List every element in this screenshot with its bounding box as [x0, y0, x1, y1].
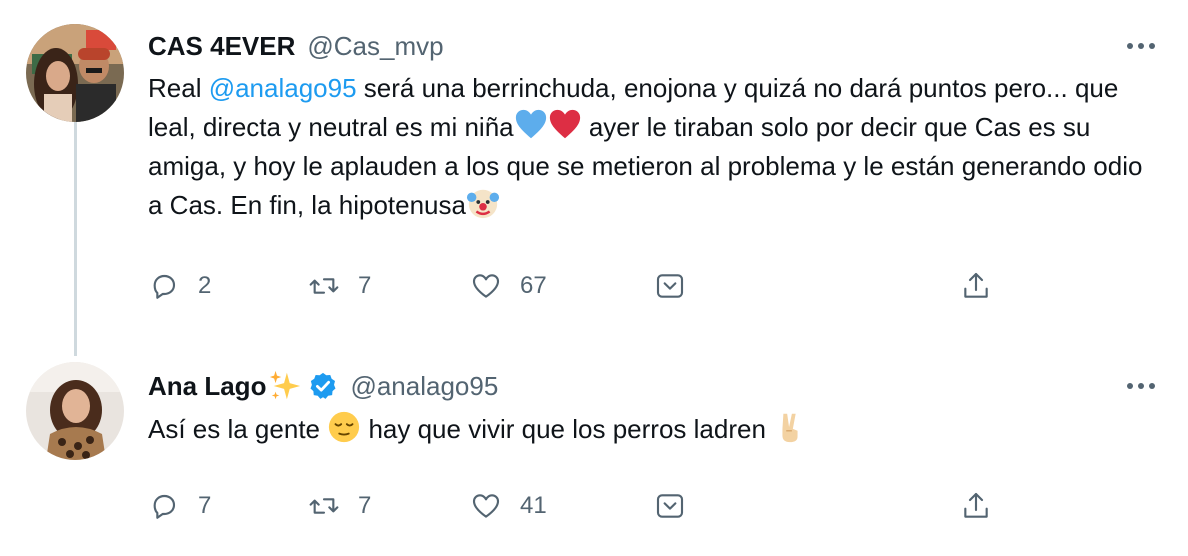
save-button[interactable] [654, 266, 686, 306]
bookmark-icon [656, 494, 684, 518]
tweet-header: Ana Lago @analago95 [148, 366, 498, 406]
relieved-face-emoji-icon [329, 411, 360, 443]
reply-button[interactable]: 7 [148, 486, 211, 526]
tweet-text: Real @analago95 será una berrinchuda, en… [148, 73, 1143, 220]
share-icon [964, 492, 988, 518]
tweet-text: Así es la gente hay que vivir que los pe… [148, 410, 1158, 449]
author-handle[interactable]: @Cas_mvp [307, 31, 443, 62]
author-handle[interactable]: @analago95 [350, 371, 498, 402]
victory-hand-emoji-icon [782, 413, 798, 443]
tweet-analago[interactable]: Ana Lago @analago95 Así es la gente hay … [0, 340, 1188, 556]
tweet-actions: 7 7 41 [148, 486, 1008, 526]
tweet-cas4ever[interactable]: CAS 4EVER @Cas_mvp Real @analago95 será … [0, 0, 1188, 340]
share-icon [964, 272, 988, 298]
red-heart-emoji-icon [549, 109, 580, 139]
retweet-icon [309, 498, 339, 514]
retweet-icon [309, 278, 339, 294]
verified-icon [310, 372, 336, 399]
author-name[interactable]: CAS 4EVER [148, 31, 295, 62]
avatar[interactable] [26, 362, 124, 460]
like-icon [472, 494, 500, 518]
reply-count: 7 [198, 492, 212, 519]
tweet-header: CAS 4EVER @Cas_mvp [148, 28, 444, 64]
clown-face-emoji-icon [466, 189, 500, 219]
author-name[interactable]: Ana Lago [148, 371, 266, 402]
like-count: 41 [520, 492, 547, 519]
mention-link[interactable]: @analago95 [209, 73, 357, 103]
reply-button[interactable]: 2 [148, 266, 211, 306]
reply-count: 2 [198, 272, 212, 299]
tweet-actions: 2 7 67 [148, 266, 1008, 306]
more-icon[interactable] [1124, 376, 1158, 396]
share-button[interactable] [960, 486, 992, 526]
retweet-button[interactable]: 7 [308, 266, 371, 306]
blue-heart-emoji-icon [515, 109, 546, 139]
sparkles-emoji-icon [270, 370, 301, 400]
like-button[interactable]: 67 [470, 266, 547, 306]
more-icon[interactable] [1124, 36, 1158, 56]
reply-icon [153, 494, 176, 519]
reply-icon [153, 274, 176, 299]
bookmark-icon [656, 274, 684, 298]
retweet-button[interactable]: 7 [308, 486, 371, 526]
like-count: 67 [520, 272, 547, 299]
retweet-count: 7 [358, 272, 372, 299]
like-button[interactable]: 41 [470, 486, 547, 526]
share-button[interactable] [960, 266, 992, 306]
avatar[interactable] [26, 24, 124, 122]
like-icon [472, 274, 500, 298]
save-button[interactable] [654, 486, 686, 526]
retweet-count: 7 [358, 492, 372, 519]
